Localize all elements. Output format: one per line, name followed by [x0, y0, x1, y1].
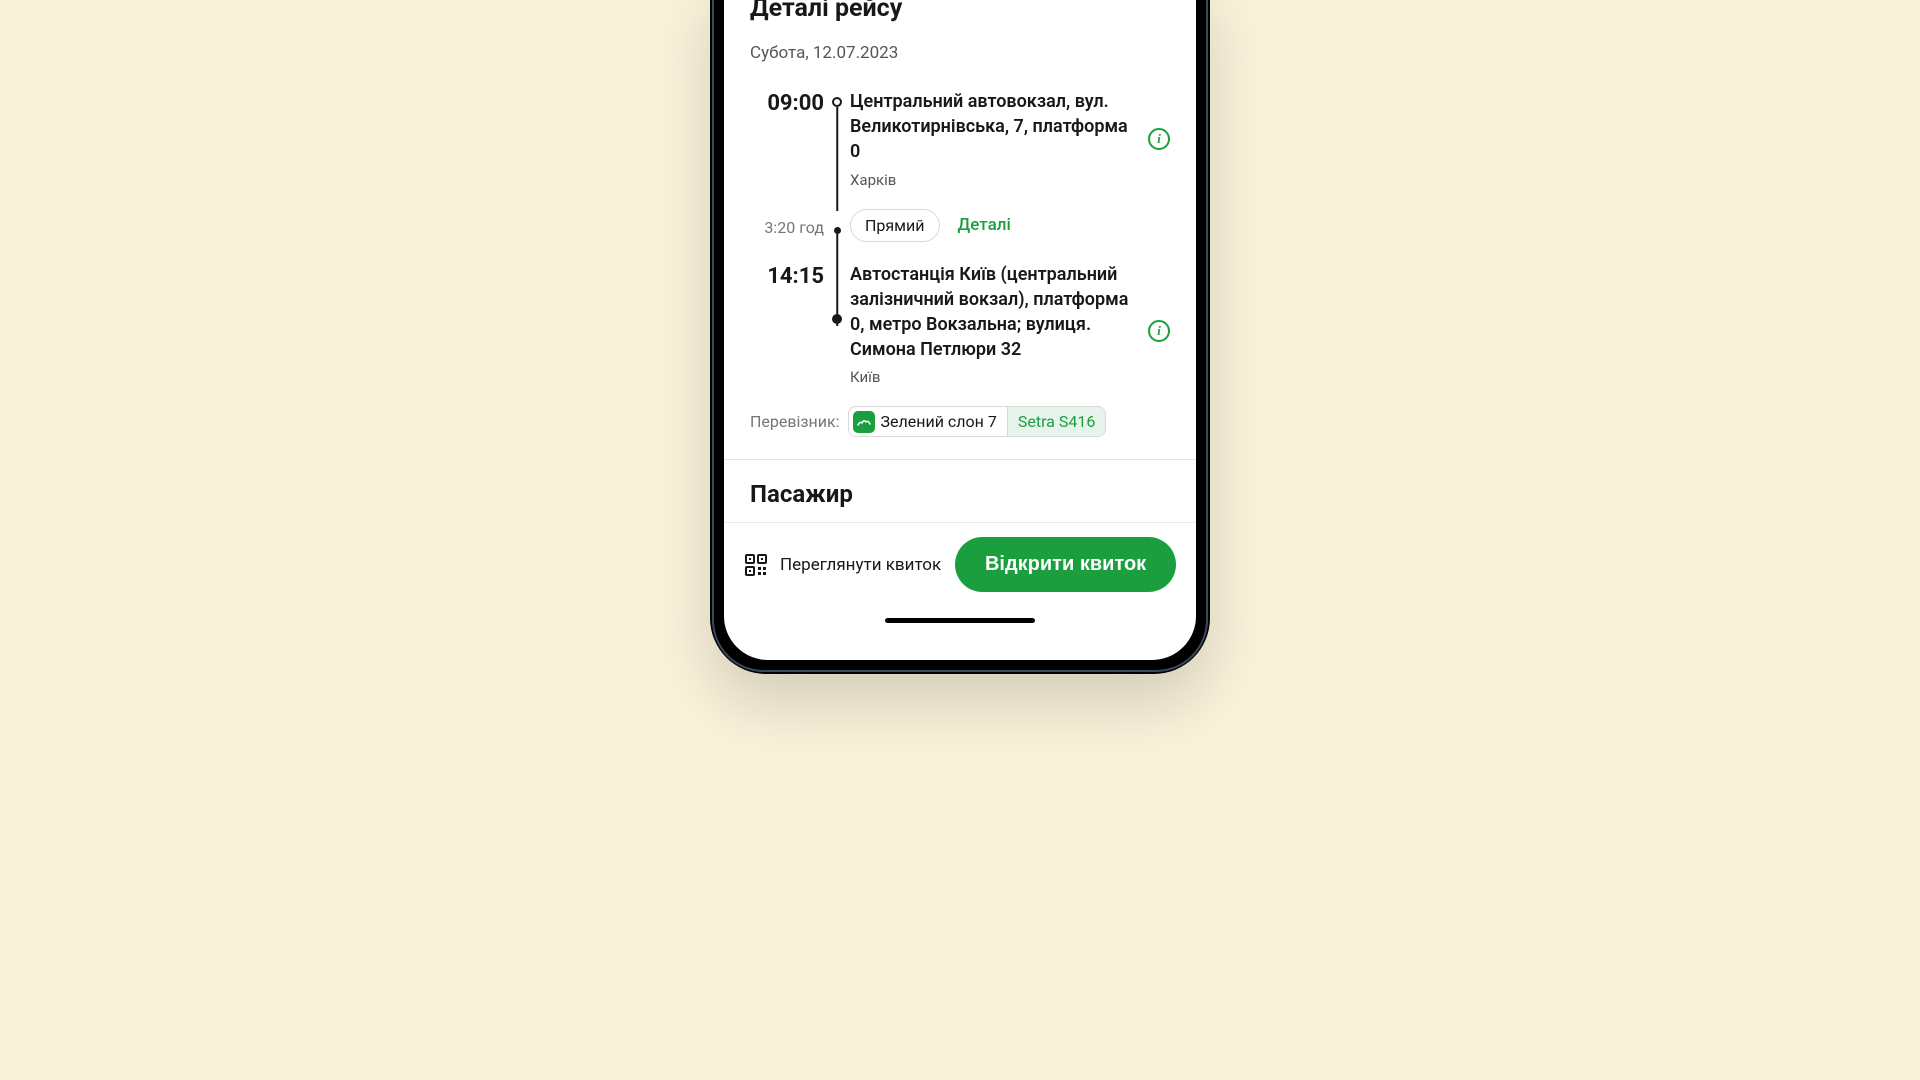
phone-frame: Деталі рейсу Субота, 12.07.2023 09:00 Це… — [710, 0, 1210, 674]
arrival-dot-icon — [832, 314, 842, 324]
carrier-label: Перевізник: — [750, 412, 840, 431]
view-ticket-label: Переглянути квиток — [780, 555, 941, 575]
bottom-action-bar: Переглянути квиток Відкрити квиток — [724, 522, 1196, 608]
route-line — [836, 107, 838, 211]
qr-code-icon — [744, 553, 768, 577]
carrier-row: Перевізник: Зелений слон 7 Setra S416 — [750, 406, 1170, 459]
departure-time: 09:00 — [750, 89, 824, 116]
departure-city: Харків — [850, 171, 1136, 189]
vehicle-model: Setra S416 — [1007, 407, 1105, 436]
departure-row: 09:00 Центральний автовокзал, вул. Велик… — [750, 89, 1170, 189]
direct-chip[interactable]: Прямий — [850, 209, 940, 242]
info-icon: i — [1157, 323, 1161, 339]
view-ticket-button[interactable]: Переглянути квиток — [744, 553, 941, 577]
midpoint-dot-icon — [834, 227, 841, 234]
app-screen: Деталі рейсу Субота, 12.07.2023 09:00 Це… — [724, 0, 1196, 660]
carrier-name: Зелений слон 7 — [881, 412, 1007, 431]
details-link[interactable]: Деталі — [958, 215, 1011, 235]
arrival-time: 14:15 — [750, 262, 824, 289]
departure-station: Центральний автовокзал, вул. Великотирні… — [850, 89, 1136, 165]
arrival-info-button[interactable]: i — [1148, 320, 1170, 342]
open-ticket-button[interactable]: Відкрити квиток — [955, 537, 1176, 592]
open-ticket-label: Відкрити квиток — [985, 553, 1146, 575]
departure-info-button[interactable]: i — [1148, 128, 1170, 150]
info-icon: i — [1157, 131, 1161, 147]
trip-details-title: Деталі рейсу — [750, 0, 1170, 23]
passenger-title: Пасажир — [750, 460, 1170, 522]
direct-chip-label: Прямий — [865, 216, 925, 235]
trip-date: Субота, 12.07.2023 — [750, 43, 1170, 63]
home-indicator — [885, 618, 1035, 623]
arrival-station: Автостанція Київ (центральний залізнични… — [850, 262, 1136, 363]
trip-duration: 3:20 год — [750, 214, 824, 237]
duration-row: 3:20 год Прямий Деталі — [750, 209, 1170, 242]
arrival-row: 14:15 Автостанція Київ (центральний залі… — [750, 262, 1170, 387]
carrier-badge[interactable]: Зелений слон 7 Setra S416 — [848, 406, 1107, 437]
arrival-city: Київ — [850, 368, 1136, 386]
departure-dot-icon — [832, 97, 842, 107]
carrier-logo-icon — [853, 411, 875, 433]
